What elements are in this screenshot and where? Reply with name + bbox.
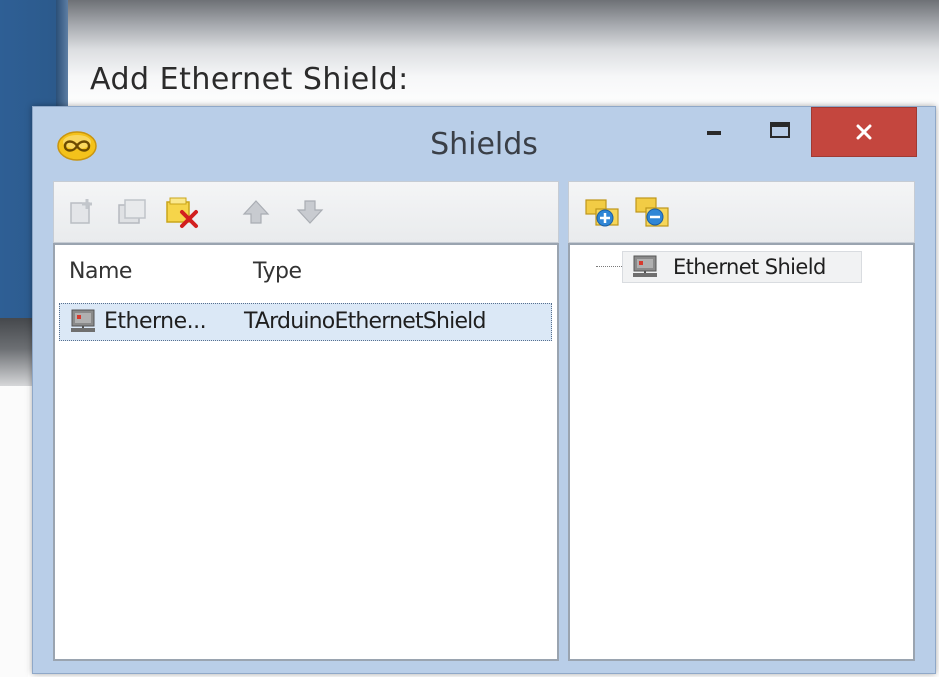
add-item-disabled-icon [118,199,146,224]
expand-all-button[interactable] [583,190,623,234]
collapse-all-icon [635,197,669,227]
delete-icon [166,197,198,228]
close-icon [856,124,872,140]
move-up-button[interactable] [236,190,276,234]
move-up-icon [242,200,270,224]
cell-name: Etherne... [104,309,207,334]
shields-window: Shields Name Type Etherne... TArduinoEth… [32,106,936,674]
add-item-button[interactable] [64,190,104,234]
add-child-button[interactable] [112,190,152,234]
list-toolbar [53,181,559,243]
expand-all-icon [585,199,619,227]
cell-type: TArduinoEthernetShield [244,309,486,334]
column-header-name[interactable]: Name [69,259,132,284]
move-down-icon [296,200,324,224]
ethernet-shield-icon [633,255,657,277]
move-down-button[interactable] [290,190,330,234]
shields-list[interactable]: Name Type Etherne... TArduinoEthernetShi… [53,243,559,661]
tree-toolbar [568,181,915,243]
tree-node-ethernet-shield[interactable]: Ethernet Shield [622,251,862,283]
collapse-all-button[interactable] [633,190,673,234]
minimize-icon [707,131,721,135]
maximize-button[interactable] [755,107,805,153]
table-row[interactable]: Etherne... TArduinoEthernetShield [59,303,552,341]
title-bar[interactable]: Shields [33,107,935,179]
add-item-icon [70,199,92,224]
column-header-type[interactable]: Type [253,259,302,284]
shields-tree[interactable]: Ethernet Shield [568,243,915,661]
delete-button[interactable] [162,190,202,234]
minimize-button[interactable] [689,107,739,153]
close-button[interactable] [811,107,917,157]
slide-heading: Add Ethernet Shield: [90,62,409,97]
ethernet-shield-icon [71,309,95,332]
slide-white-area [0,386,28,677]
tree-node-label: Ethernet Shield [673,255,826,279]
slide-left-strip [56,0,68,110]
tree-connector-line [596,266,622,267]
maximize-icon [770,122,790,138]
